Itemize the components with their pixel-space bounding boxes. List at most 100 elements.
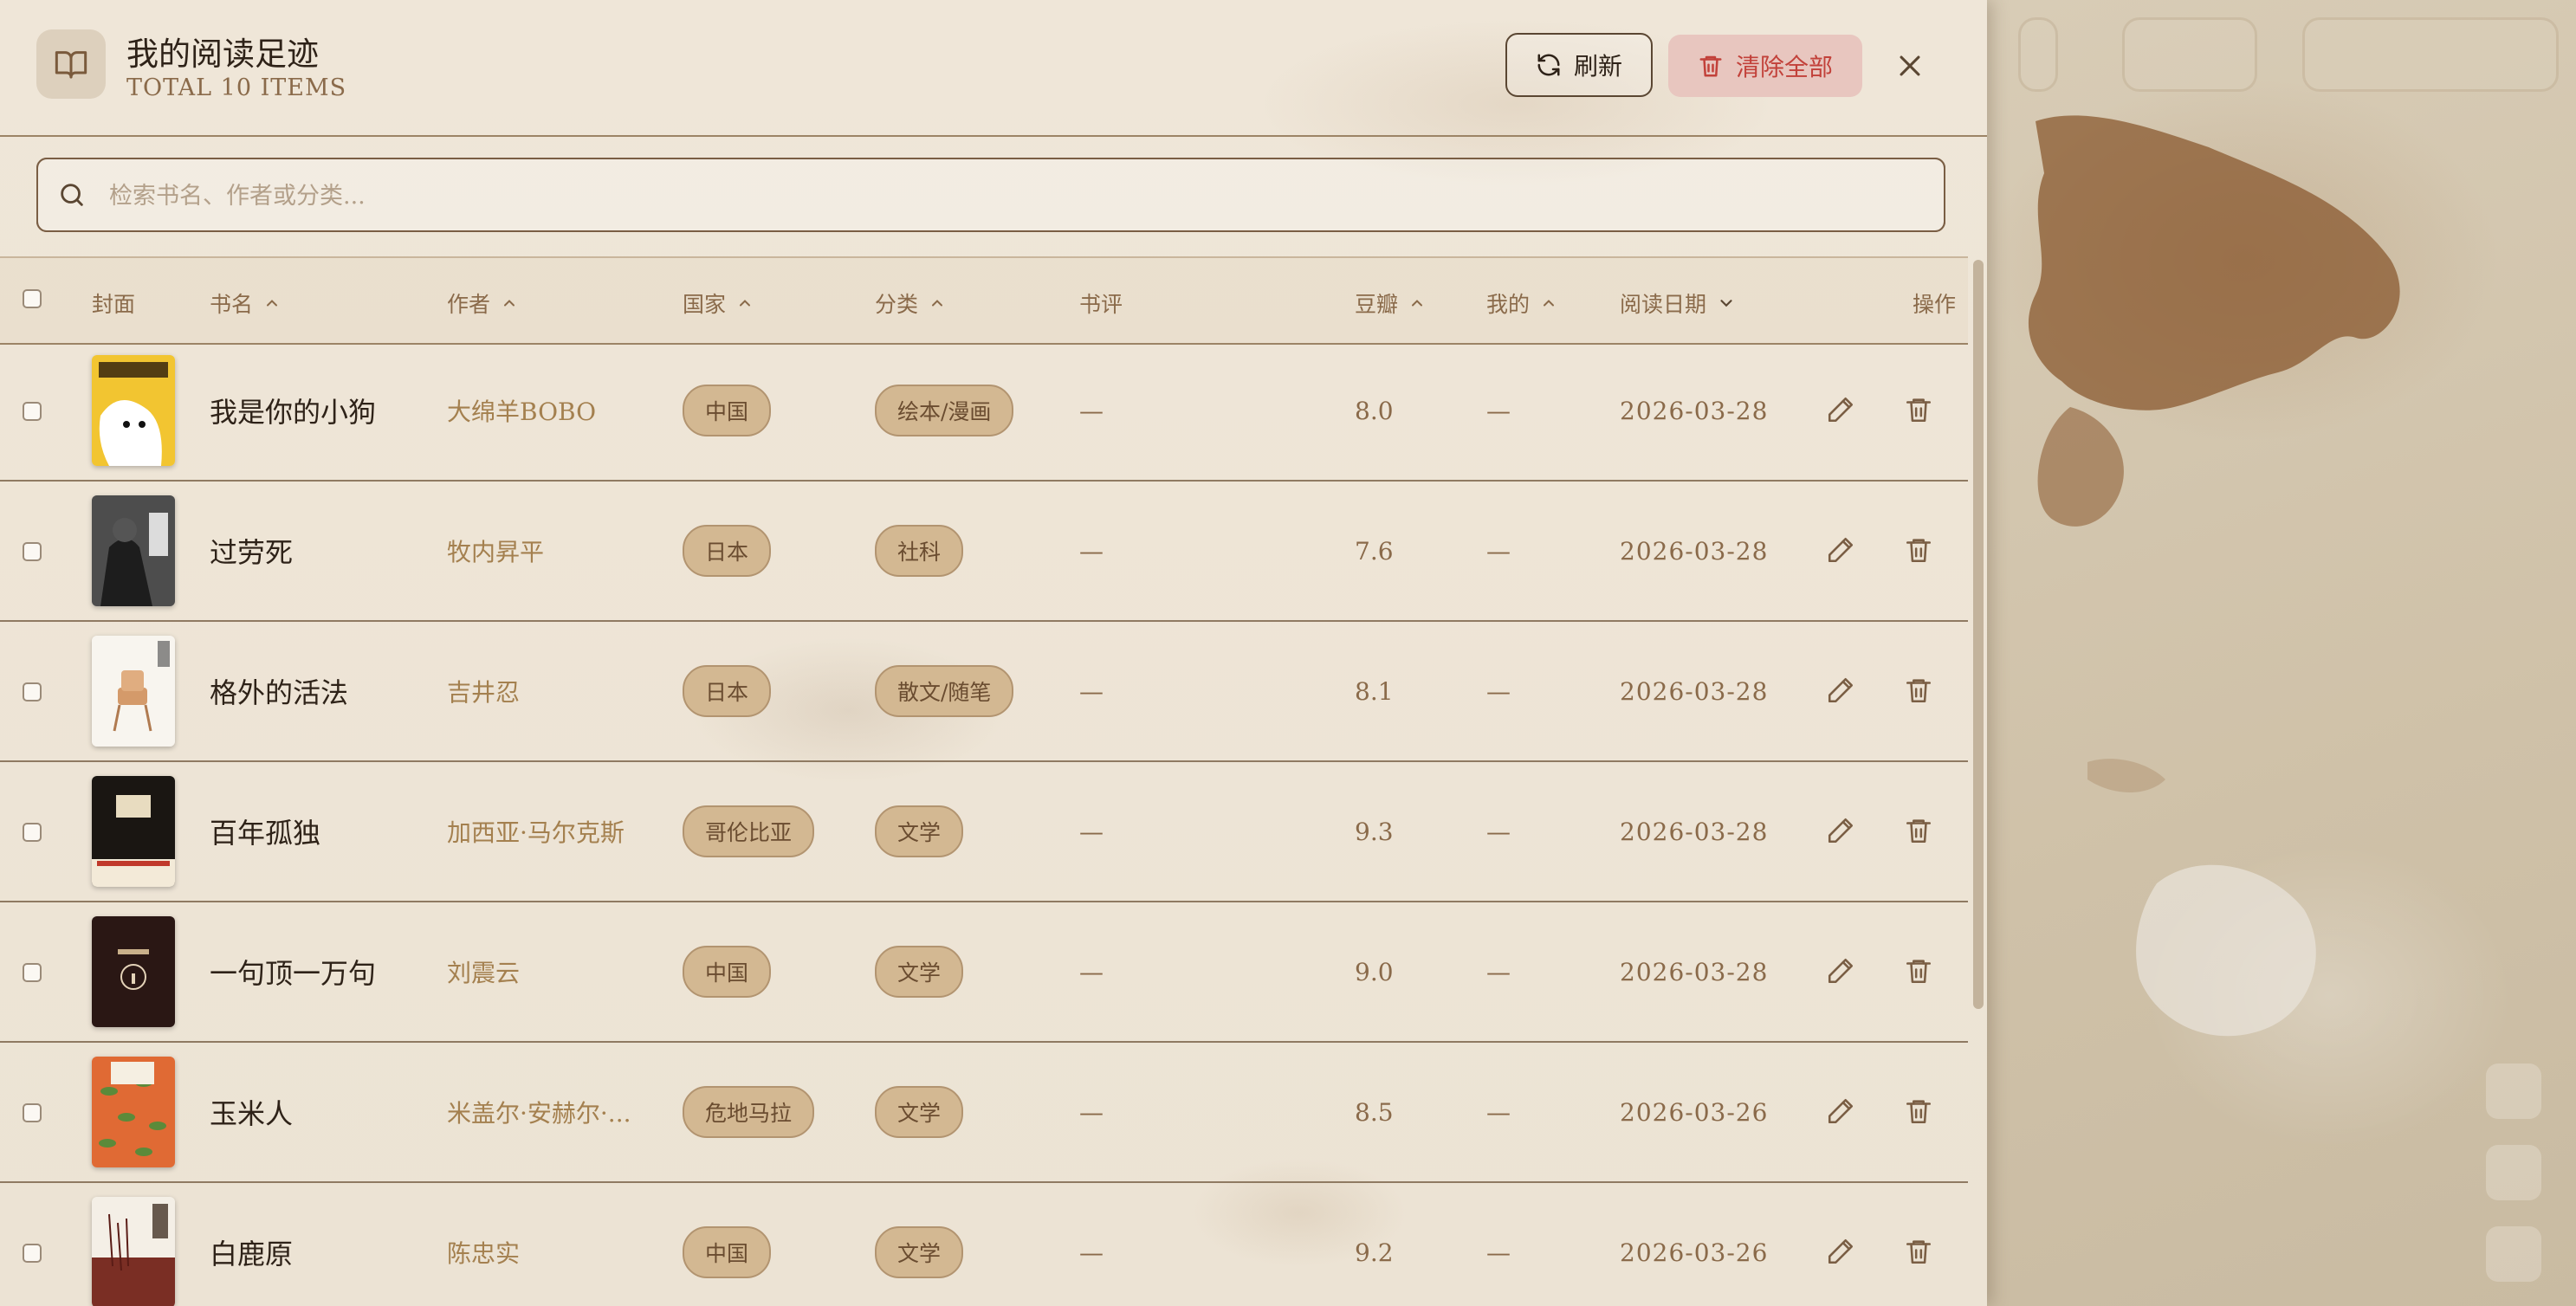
book-author: 吉井忍: [447, 678, 521, 707]
country-badge: 危地马拉: [683, 1043, 815, 1181]
row-checkbox[interactable]: [23, 1244, 42, 1263]
book-open-icon: [36, 29, 106, 99]
book-title: 白鹿原: [210, 1238, 294, 1270]
country-badge: 中国: [683, 1183, 772, 1306]
refresh-icon: [1537, 54, 1560, 76]
read-date: 2026-03-26: [1620, 1097, 1769, 1127]
book-title: 一句顶一万句: [210, 957, 377, 990]
chevron-up-icon: [932, 300, 943, 307]
book-author: 米盖尔·安赫尔·...: [447, 1099, 631, 1128]
col-cover: 封面: [92, 292, 136, 317]
read-date: 2026-03-28: [1620, 396, 1769, 425]
douban-score: 8.5: [1355, 1097, 1394, 1127]
table-row: 白鹿原 陈忠实 中国 文学 — 9.2 — 2026-03-26: [0, 1183, 1968, 1306]
map-control-right[interactable]: [2302, 17, 2559, 92]
refresh-button[interactable]: 刷新: [1505, 33, 1653, 97]
category-badge: 文学: [875, 762, 964, 901]
pencil-icon[interactable]: [1826, 535, 1855, 565]
scrollbar-thumb[interactable]: [1973, 260, 1984, 1009]
row-checkbox[interactable]: [23, 1103, 42, 1122]
book-cover: [92, 495, 175, 606]
douban-score: 9.2: [1355, 1238, 1394, 1267]
col-author[interactable]: 作者: [447, 288, 518, 319]
search-bar[interactable]: [36, 158, 1945, 232]
col-mine[interactable]: 我的: [1486, 288, 1557, 319]
map-control-left[interactable]: [2018, 17, 2058, 92]
book-title: 玉米人: [210, 1097, 294, 1130]
col-date[interactable]: 阅读日期: [1620, 288, 1736, 319]
book-title: 格外的活法: [210, 676, 349, 709]
book-review: —: [1079, 957, 1104, 986]
book-author: 牧内昇平: [447, 538, 545, 566]
read-date: 2026-03-28: [1620, 676, 1769, 706]
book-cover: [92, 355, 175, 466]
category-badge: 文学: [875, 1183, 964, 1306]
row-checkbox[interactable]: [23, 402, 42, 421]
douban-score: 9.0: [1355, 957, 1394, 986]
col-review: 书评: [1079, 292, 1123, 317]
book-author: 大绵羊BOBO: [447, 398, 597, 426]
table-row: 一句顶一万句 刘震云 中国 文学 — 9.0 — 2026-03-28: [0, 902, 1968, 1043]
read-date: 2026-03-26: [1620, 1238, 1769, 1267]
map-zoom-in-button[interactable]: [2486, 1064, 2541, 1119]
chevron-up-icon: [1544, 300, 1555, 307]
search-icon: [57, 180, 87, 213]
trash-icon[interactable]: [1904, 535, 1933, 565]
book-review: —: [1079, 676, 1104, 706]
my-score: —: [1486, 536, 1511, 566]
col-category[interactable]: 分类: [875, 288, 946, 319]
book-title: 我是你的小狗: [210, 396, 377, 429]
row-checkbox[interactable]: [23, 963, 42, 982]
book-review: —: [1079, 1097, 1104, 1127]
table-row: 百年孤独 加西亚·马尔克斯 哥伦比亚 文学 — 9.3 — 2026-03-28: [0, 762, 1968, 902]
trash-icon[interactable]: [1904, 395, 1933, 424]
trash-icon[interactable]: [1904, 676, 1933, 705]
pencil-icon[interactable]: [1826, 676, 1855, 705]
col-country[interactable]: 国家: [683, 288, 754, 319]
map-control-mid[interactable]: [2122, 17, 2257, 92]
category-badge: 文学: [875, 902, 964, 1041]
select-all-checkbox[interactable]: [23, 289, 42, 308]
row-checkbox[interactable]: [23, 542, 42, 561]
trash-icon[interactable]: [1904, 1096, 1933, 1126]
pencil-icon[interactable]: [1826, 956, 1855, 986]
my-score: —: [1486, 676, 1511, 706]
chevron-up-icon: [267, 300, 278, 307]
pencil-icon[interactable]: [1826, 1237, 1855, 1266]
trash-icon[interactable]: [1904, 1237, 1933, 1266]
book-title: 过劳死: [210, 536, 294, 569]
table-body: 我是你的小狗 大绵羊BOBO 中国 绘本/漫画 — 8.0 — 2026-03-…: [0, 341, 1968, 1306]
map-background: [1984, 0, 2576, 1306]
book-review: —: [1079, 817, 1104, 846]
book-cover: [92, 1057, 175, 1167]
book-cover: [92, 916, 175, 1027]
book-review: —: [1079, 536, 1104, 566]
close-button[interactable]: [1888, 40, 1932, 92]
my-score: —: [1486, 817, 1511, 846]
map-locate-button[interactable]: [2486, 1226, 2541, 1282]
book-review: —: [1079, 1238, 1104, 1267]
row-checkbox[interactable]: [23, 823, 42, 842]
category-badge: 文学: [875, 1043, 964, 1181]
chevron-up-icon: [1412, 300, 1423, 307]
row-checkbox[interactable]: [23, 682, 42, 701]
reading-history-panel: 我的阅读足迹 TOTAL 10 ITEMS 刷新 清除全部 检索书名、作者或分类…: [0, 0, 1987, 1306]
table-row: 我是你的小狗 大绵羊BOBO 中国 绘本/漫画 — 8.0 — 2026-03-…: [0, 341, 1968, 482]
category-badge: 散文/随笔: [875, 622, 1014, 760]
read-date: 2026-03-28: [1620, 817, 1769, 846]
search-input[interactable]: [107, 159, 1930, 232]
refresh-label: 刷新: [1573, 52, 1622, 81]
pencil-icon[interactable]: [1826, 395, 1855, 424]
col-title[interactable]: 书名: [210, 288, 281, 319]
country-badge: 中国: [683, 341, 772, 480]
col-douban[interactable]: 豆瓣: [1355, 288, 1426, 319]
my-score: —: [1486, 1238, 1511, 1267]
trash-icon[interactable]: [1904, 956, 1933, 986]
pencil-icon[interactable]: [1826, 1096, 1855, 1126]
map-zoom-out-button[interactable]: [2486, 1145, 2541, 1200]
my-score: —: [1486, 957, 1511, 986]
clear-all-button[interactable]: 清除全部: [1668, 35, 1862, 97]
pencil-icon[interactable]: [1826, 816, 1855, 845]
trash-icon[interactable]: [1904, 816, 1933, 845]
country-badge: 日本: [683, 622, 772, 760]
